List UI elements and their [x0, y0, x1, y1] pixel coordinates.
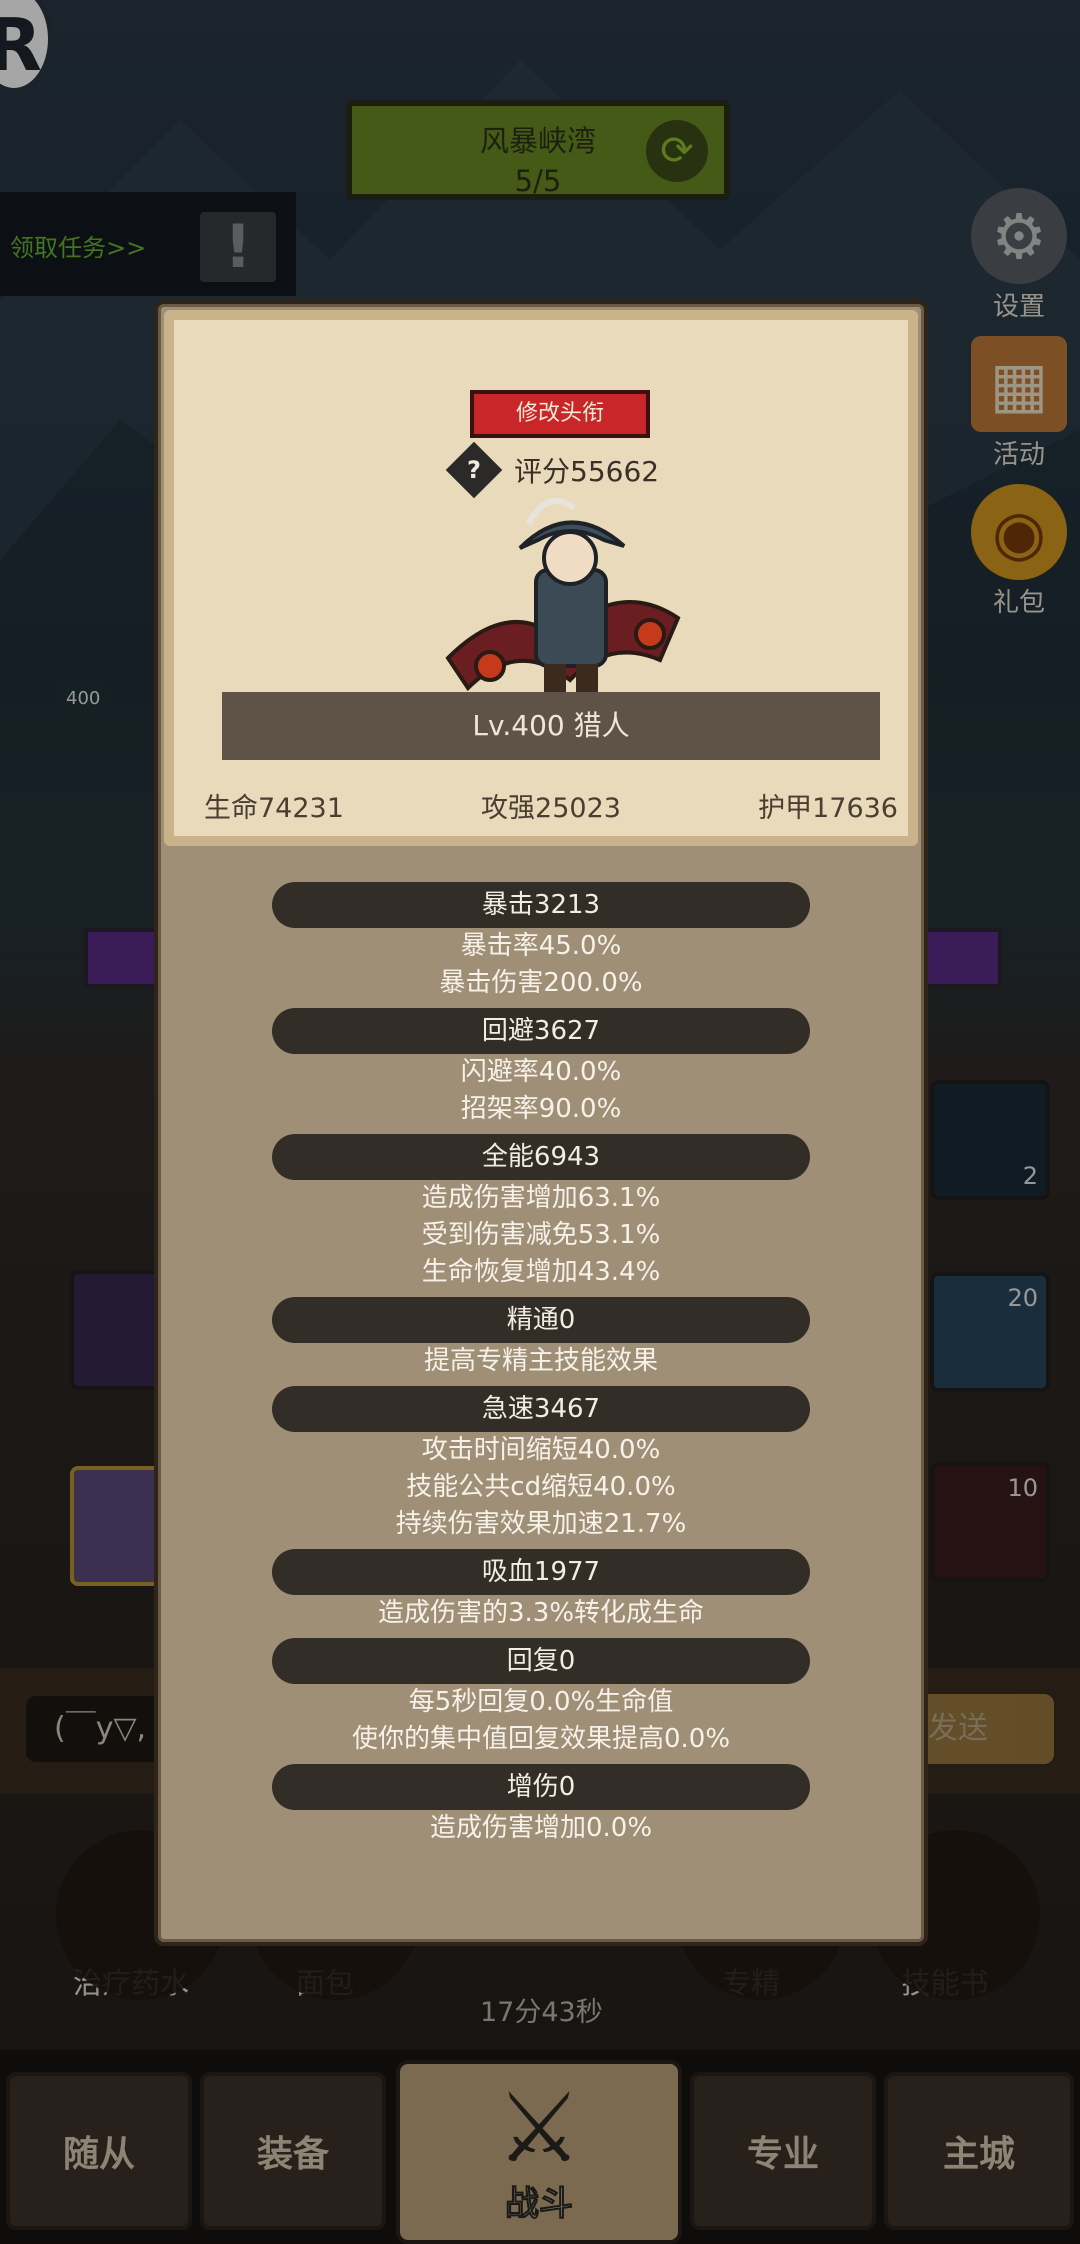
stat-line: 造成伤害的3.3%转化成生命 — [377, 1598, 705, 1628]
stat-line: 造成伤害增加63.1% — [421, 1183, 661, 1213]
stat-line: 招架率90.0% — [460, 1094, 622, 1124]
stat-line: 每5秒回复0.0%生命值 — [408, 1687, 674, 1717]
stat-line: 持续伤害效果加速21.7% — [395, 1509, 687, 1539]
stat-line: 技能公共cd缩短40.0% — [406, 1472, 676, 1502]
stat-line: 生命恢复增加43.4% — [421, 1257, 661, 1287]
score-row: ? 评分55662 — [445, 441, 660, 499]
stat-header-crit: 暴击3213 — [272, 882, 810, 928]
stat-header-regen: 回复0 — [272, 1638, 810, 1684]
score-text: 评分55662 — [514, 455, 660, 488]
stat-line: 暴击伤害200.0% — [439, 968, 643, 998]
stat-list: 暴击3213 暴击率45.0% 暴击伤害200.0% 回避3627 闪避率40.… — [158, 876, 924, 1847]
stat-line: 暴击率45.0% — [460, 931, 622, 961]
stat-health: 生命74231 — [204, 793, 344, 824]
stat-attack-power: 攻强25023 — [481, 793, 621, 824]
stat-header-avoidance: 回避3627 — [272, 1008, 810, 1054]
stat-header-damage-bonus: 增伤0 — [272, 1764, 810, 1810]
hunter-character-sprite — [445, 497, 681, 702]
character-panel: 修改头衔 ? 评分55662 Lv.400 猎人 生命74231 攻强25023… — [154, 300, 928, 1946]
stat-line: 使你的集中值回复效果提高0.0% — [351, 1724, 731, 1754]
stat-header-lifesteal: 吸血1977 — [272, 1549, 810, 1595]
stat-header-mastery: 精通0 — [272, 1297, 810, 1343]
stat-line: 造成伤害增加0.0% — [429, 1813, 653, 1843]
stat-header-versatility: 全能6943 — [272, 1134, 810, 1180]
stat-header-haste: 急速3467 — [272, 1386, 810, 1432]
name-bar: Lv.400 猎人 — [222, 692, 880, 760]
stat-armor: 护甲17636 — [758, 793, 898, 824]
stat-line: 闪避率40.0% — [460, 1057, 622, 1087]
stat-line: 提高专精主技能效果 — [423, 1346, 658, 1376]
stat-line: 攻击时间缩短40.0% — [421, 1435, 661, 1465]
stat-line: 受到伤害减免53.1% — [421, 1220, 661, 1250]
base-stats: 生命74231 攻强25023 护甲17636 — [204, 786, 898, 825]
character-summary: 修改头衔 ? 评分55662 Lv.400 猎人 生命74231 攻强25023… — [164, 310, 918, 846]
rename-title-button[interactable]: 修改头衔 — [470, 390, 650, 438]
